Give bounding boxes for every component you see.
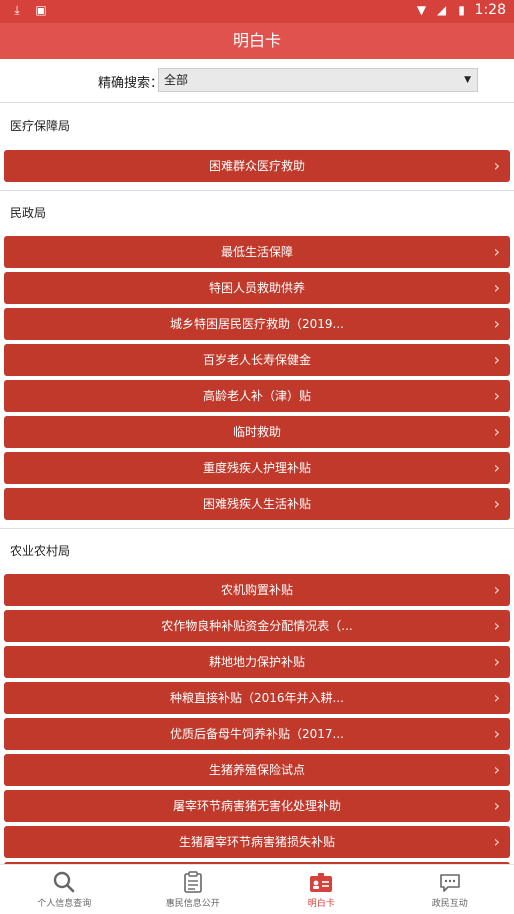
chevron-right-icon: › (493, 278, 500, 297)
chevron-right-icon: › (493, 350, 500, 369)
benefit-item-label: 百岁老人长寿保健金 (202, 353, 311, 367)
tab-clipboard[interactable]: 惠民信息公开 (129, 865, 258, 914)
chevron-right-icon: › (493, 688, 500, 707)
benefit-item-label: 优质后备母牛饲养补贴（2017... (170, 727, 344, 741)
benefit-item-label: 农机购置补贴 (220, 583, 293, 597)
chevron-right-icon: › (493, 796, 500, 815)
benefit-item-label: 农作物良种补贴资金分配情况表（... (161, 619, 353, 633)
benefit-item-button[interactable]: 重度残疾人护理补贴 › (4, 452, 510, 484)
search-label: 精确搜索： (98, 76, 164, 91)
tab-card[interactable]: 明白卡 (257, 865, 386, 914)
download-icon: ⤓ (14, 3, 20, 17)
chevron-right-icon: › (493, 760, 500, 779)
image-icon: ▣ (35, 3, 47, 17)
benefit-item-label: 屠宰环节病害猪无害化处理补助 (172, 799, 341, 813)
section-header: 农业农村局 (0, 528, 514, 569)
benefit-item-button[interactable]: 优质后备母牛饲养补贴（2017... › (4, 718, 510, 750)
chevron-right-icon: › (493, 156, 500, 175)
chevron-right-icon: › (493, 242, 500, 261)
benefit-item-button[interactable]: 困难残疾人生活补贴 › (4, 488, 510, 520)
section-header: 民政局 (0, 190, 514, 231)
chevron-right-icon: › (493, 422, 500, 441)
tab-label: 明白卡 (307, 899, 335, 909)
benefit-item-label: 种粮直接补贴（2016年并入耕... (170, 691, 344, 705)
benefit-list[interactable]: 医疗保障局 困难群众医疗救助 › 民政局 最低生活保障 › 特困人员救助供养 › 城乡特困居民医… (0, 104, 514, 864)
benefit-item-label: 特困人员救助供养 (208, 281, 305, 295)
tab-label: 个人信息查询 (37, 899, 92, 909)
benefit-item-label: 最低生活保障 (220, 245, 293, 259)
signal-icon: ◢ (436, 3, 447, 17)
benefit-item-button[interactable]: 耕地地力保护补贴 › (4, 646, 510, 678)
benefit-item-button[interactable]: 最低生活保障 › (4, 236, 510, 268)
status-bar: ⤓ ▣ ▼ ◢ ▮ 1:28 (0, 0, 514, 23)
benefit-item-button[interactable]: 高龄老人补（津）贴 › (4, 380, 510, 412)
benefit-item-button[interactable]: 农作物良种补贴资金分配情况表（... › (4, 610, 510, 642)
search-row: 精确搜索： 全部 ▼ (0, 59, 514, 103)
benefit-item-button[interactable]: 屠宰环节病害猪无害化处理补助 › (4, 790, 510, 822)
bottom-tab-bar: 个人信息查询 惠民信息公开 明白卡 政民互动 (0, 864, 514, 914)
benefit-item-label: 临时救助 (232, 425, 281, 439)
search-select-value: 全部 (164, 73, 189, 87)
clipboard-icon (129, 865, 258, 893)
tab-label: 惠民信息公开 (165, 899, 220, 909)
battery-icon: ▮ (458, 3, 465, 17)
search-icon (0, 865, 129, 893)
benefit-item-label: 城乡特困居民医疗救助（2019... (170, 317, 344, 331)
dropdown-caret-icon: ▼ (464, 75, 471, 85)
benefit-item-button[interactable]: 生猪屠宰环节病害猪损失补贴 › (4, 826, 510, 858)
benefit-item-button[interactable]: 百岁老人长寿保健金 › (4, 344, 510, 376)
tab-chat[interactable]: 政民互动 (386, 865, 514, 914)
benefit-item-button[interactable]: 农机购置补贴 › (4, 574, 510, 606)
section-header: 医疗保障局 (0, 104, 514, 145)
chevron-right-icon: › (493, 724, 500, 743)
benefit-item-label: 困难残疾人生活补贴 (202, 497, 311, 511)
wifi-icon: ▼ (416, 3, 427, 17)
benefit-item-button[interactable]: 临时救助 › (4, 416, 510, 448)
search-select[interactable]: 全部 ▼ (158, 68, 478, 92)
chevron-right-icon: › (493, 832, 500, 851)
benefit-item-button[interactable]: 城乡特困居民医疗救助（2019... › (4, 308, 510, 340)
benefit-item-button[interactable]: 生猪养殖保险试点 › (4, 754, 510, 786)
status-time: 1:28 (474, 2, 506, 18)
benefit-item-label: 生猪屠宰环节病害猪损失补贴 (178, 835, 335, 849)
benefit-item-label: 高龄老人补（津）贴 (202, 389, 311, 403)
chevron-right-icon: › (493, 494, 500, 513)
benefit-item-label: 生猪养殖保险试点 (208, 763, 305, 777)
chat-icon (386, 865, 514, 893)
chevron-right-icon: › (493, 616, 500, 635)
chevron-right-icon: › (493, 458, 500, 477)
benefit-item-label: 困难群众医疗救助 (208, 159, 305, 173)
benefit-item-button[interactable]: 特困人员救助供养 › (4, 272, 510, 304)
app-bar-title: 明白卡 (0, 23, 514, 59)
card-icon (257, 865, 386, 893)
chevron-right-icon: › (493, 580, 500, 599)
chevron-right-icon: › (493, 314, 500, 333)
benefit-item-label: 耕地地力保护补贴 (208, 655, 305, 669)
chevron-right-icon: › (493, 652, 500, 671)
benefit-item-button[interactable]: 种粮直接补贴（2016年并入耕... › (4, 682, 510, 714)
tab-label: 政民互动 (431, 899, 468, 909)
chevron-right-icon: › (493, 386, 500, 405)
benefit-item-label: 重度残疾人护理补贴 (202, 461, 311, 475)
tab-search[interactable]: 个人信息查询 (0, 865, 129, 914)
benefit-item-button[interactable]: 困难群众医疗救助 › (4, 150, 510, 182)
